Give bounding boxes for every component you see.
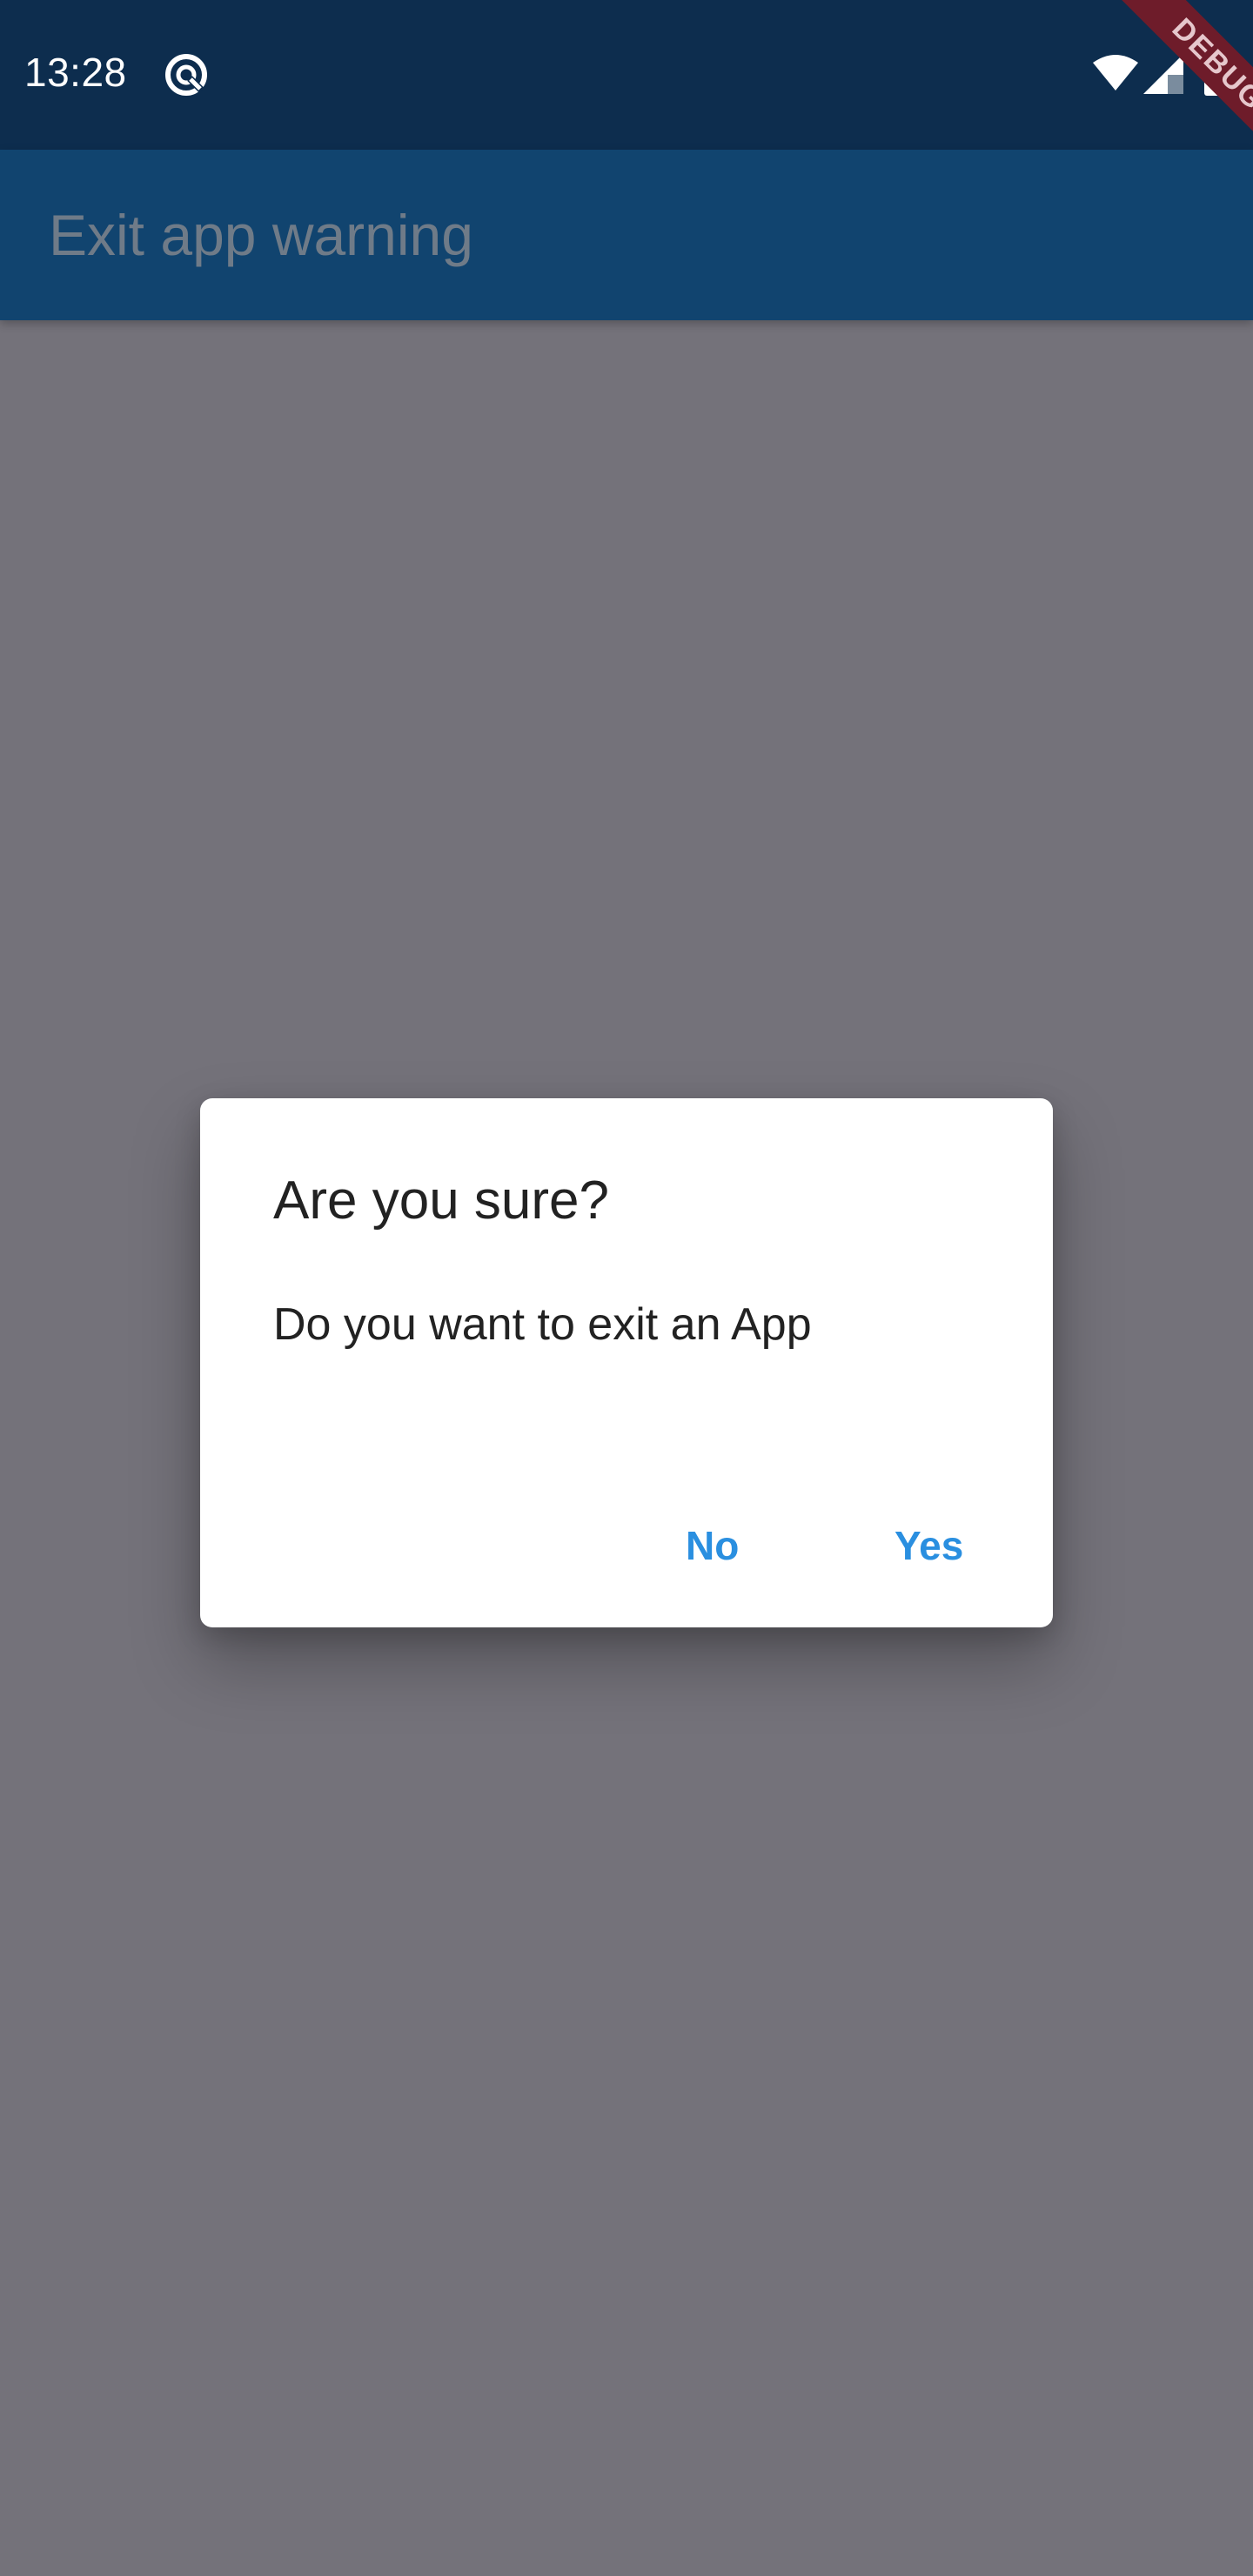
- app-bar: Exit app warning: [0, 150, 1253, 320]
- status-bar: 13:28: [0, 0, 1253, 150]
- status-time: 13:28: [24, 50, 127, 95]
- wifi-icon: [1093, 55, 1138, 91]
- no-button[interactable]: No: [661, 1493, 763, 1598]
- signal-icon: [1143, 54, 1183, 94]
- dialog-message: Do you want to exit an App: [273, 1299, 812, 1350]
- app-bar-title: Exit app warning: [49, 203, 473, 267]
- app-notification-icon: [165, 54, 207, 96]
- yes-button[interactable]: Yes: [870, 1493, 988, 1598]
- exit-confirm-dialog: Are you sure? Do you want to exit an App…: [200, 1098, 1053, 1627]
- app-screen: 13:28 DEBUG Exit app warning Are you sur…: [0, 0, 1253, 2576]
- dialog-title: Are you sure?: [273, 1171, 609, 1231]
